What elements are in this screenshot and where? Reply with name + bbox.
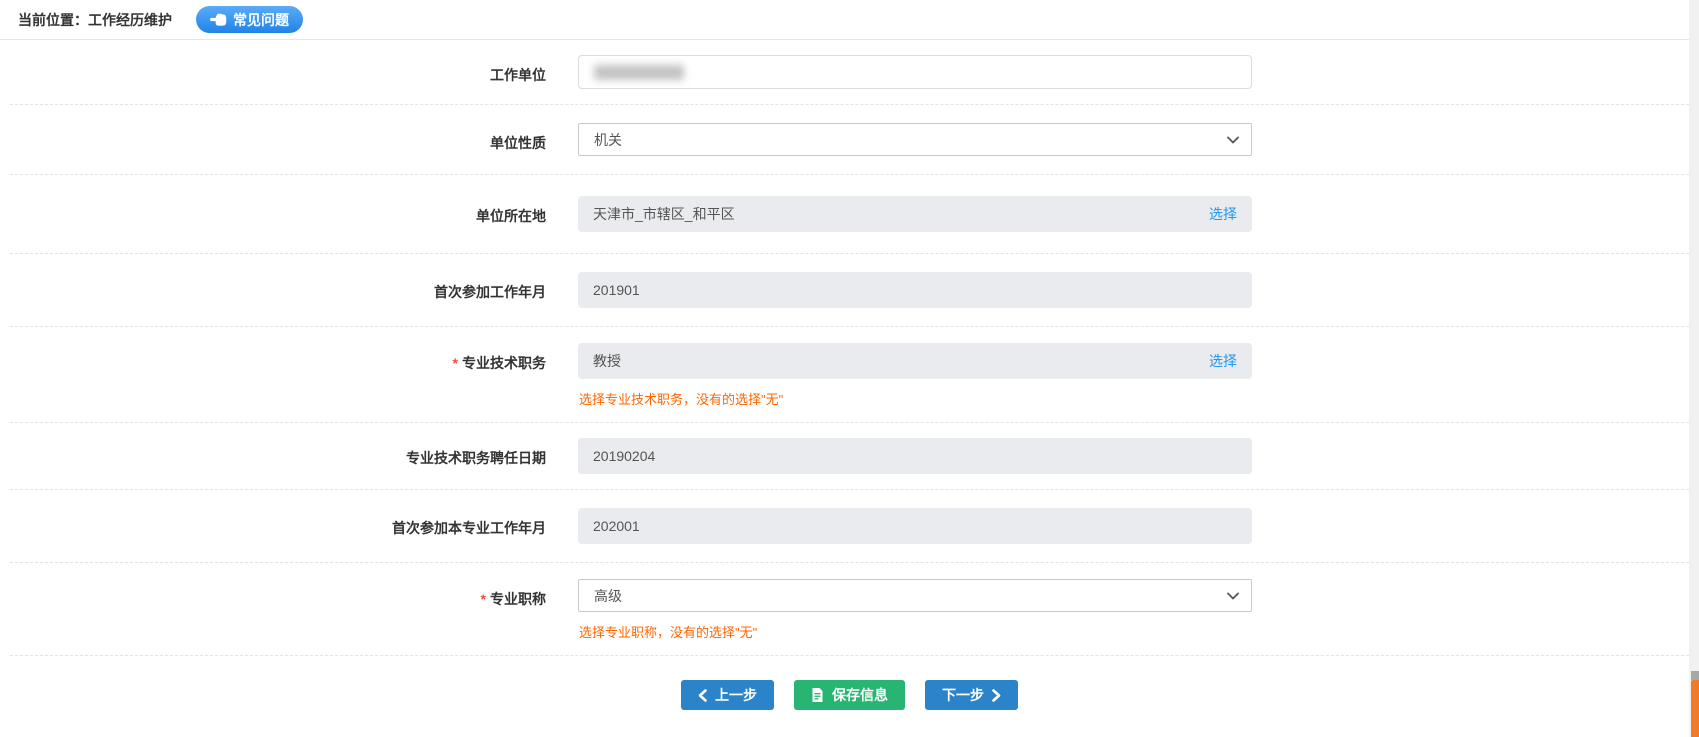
top-bar: 当前位置：工作经历维护 常见问题 [0, 0, 1689, 40]
field-label: 专业技术职务聘任日期 [10, 438, 546, 468]
unit-location-field: 天津市_市辖区_和平区 选择 [578, 196, 1252, 232]
technical-position-pick-link[interactable]: 选择 [1209, 351, 1237, 371]
technical-position-field: 教授 选择 [578, 343, 1252, 379]
breadcrumb: 当前位置：工作经历维护 [18, 10, 172, 30]
pointing-hand-icon [210, 13, 227, 27]
field-label: 单位所在地 [10, 196, 546, 226]
professional-title-hint: 选择专业职称，没有的选择"无" [578, 622, 1252, 641]
save-button[interactable]: 保存信息 [794, 680, 905, 710]
field-value: 202001 [593, 518, 640, 534]
field-label: 首次参加工作年月 [10, 272, 546, 302]
selected-value: 机关 [594, 130, 622, 150]
first-work-date-field: 201901 [578, 272, 1252, 308]
chevron-down-icon [1227, 136, 1239, 144]
work-experience-form: 工作单位 单位性质 机关 [10, 40, 1689, 656]
document-icon [811, 688, 824, 702]
field-value: 教授 [593, 351, 621, 371]
form-row-first-work-date: 首次参加工作年月 201901 [10, 254, 1689, 327]
form-row-unit-nature: 单位性质 机关 [10, 105, 1689, 175]
next-step-button[interactable]: 下一步 [925, 680, 1018, 710]
required-asterisk: * [481, 591, 486, 607]
chevron-right-icon [992, 689, 1001, 702]
first-profession-date-field: 202001 [578, 508, 1252, 544]
required-asterisk: * [453, 355, 458, 371]
side-widget-orange[interactable] [1691, 680, 1699, 737]
form-row-appointment-date: 专业技术职务聘任日期 20190204 [10, 423, 1689, 490]
scrollbar-track[interactable] [1689, 0, 1699, 737]
field-value: 201901 [593, 282, 640, 298]
field-label: 工作单位 [10, 55, 546, 85]
technical-position-hint: 选择专业技术职务，没有的选择"无" [578, 389, 1252, 408]
faq-button[interactable]: 常见问题 [196, 6, 303, 33]
field-label: *专业职称 [10, 579, 546, 609]
work-unit-input[interactable] [578, 55, 1252, 89]
form-row-unit-location: 单位所在地 天津市_市辖区_和平区 选择 [10, 175, 1689, 254]
appointment-date-field: 20190204 [578, 438, 1252, 474]
form-row-technical-position: *专业技术职务 教授 选择 选择专业技术职务，没有的选择"无" [10, 327, 1689, 423]
scrollbar-thumb[interactable] [1691, 671, 1699, 680]
unit-nature-select[interactable]: 机关 [578, 123, 1252, 156]
form-row-first-profession-date: 首次参加本专业工作年月 202001 [10, 490, 1689, 563]
redacted-value [594, 65, 684, 80]
form-row-professional-title: *专业职称 高级 选择专业职称，没有的选择"无" [10, 563, 1689, 656]
field-label: 首次参加本专业工作年月 [10, 508, 546, 538]
prev-step-button[interactable]: 上一步 [681, 680, 774, 710]
chevron-down-icon [1227, 592, 1239, 600]
professional-title-select[interactable]: 高级 [578, 579, 1252, 612]
field-value: 20190204 [593, 448, 655, 464]
field-label: *专业技术职务 [10, 343, 546, 373]
field-label: 单位性质 [10, 123, 546, 153]
faq-button-label: 常见问题 [233, 10, 289, 30]
chevron-left-icon [698, 689, 707, 702]
field-value: 天津市_市辖区_和平区 [593, 204, 735, 224]
form-row-work-unit: 工作单位 [10, 40, 1689, 105]
form-actions: 上一步 保存信息 下一步 [0, 656, 1699, 734]
selected-value: 高级 [594, 586, 622, 606]
page: 当前位置：工作经历维护 常见问题 工作单位 [0, 0, 1699, 737]
unit-location-pick-link[interactable]: 选择 [1209, 204, 1237, 224]
